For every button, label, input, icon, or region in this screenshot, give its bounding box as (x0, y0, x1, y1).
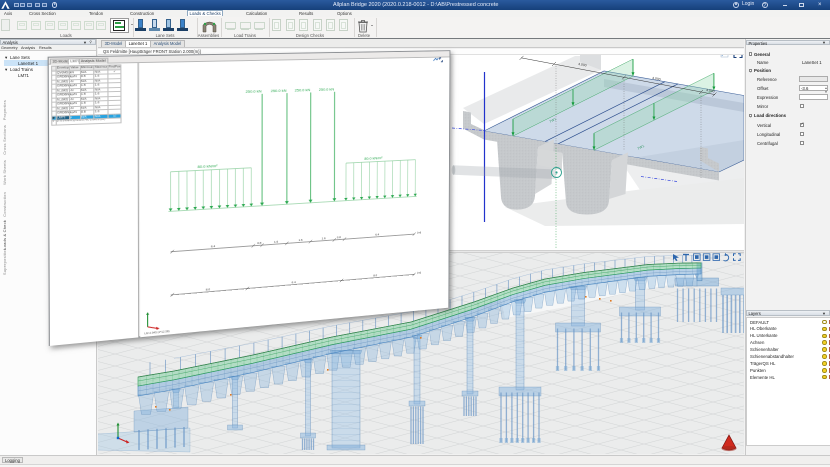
svg-text:250.0 kN: 250.0 kN (294, 88, 310, 93)
svg-text:250.0 kN: 250.0 kN (245, 89, 261, 94)
svg-text:250.0 kN: 250.0 kN (270, 88, 286, 93)
svg-text:8.0: 8.0 (373, 274, 377, 278)
svg-text:1.6: 1.6 (298, 238, 302, 242)
svg-text:1.6: 1.6 (274, 240, 278, 244)
svg-text:80.0 kN/m²: 80.0 kN/m² (197, 164, 218, 169)
svg-text:6.4: 6.4 (291, 281, 295, 285)
svg-text:0.8: 0.8 (336, 236, 340, 240)
svg-text:8.0: 8.0 (205, 288, 209, 292)
svg-text:[m]: [m] (417, 271, 421, 275)
svg-text:250.0 kN: 250.0 kN (318, 87, 333, 92)
svg-text:80.0 kN/m²: 80.0 kN/m² (364, 156, 383, 161)
svg-text:LM 2.945 (2*12.58): LM 2.945 (2*12.58) (144, 329, 169, 335)
svg-text:6.4: 6.4 (210, 245, 214, 249)
svg-text:[m]: [m] (417, 231, 421, 235)
svg-text:1.6: 1.6 (321, 237, 325, 241)
svg-text:6.4: 6.4 (375, 233, 379, 237)
svg-text:0.8: 0.8 (257, 241, 261, 245)
